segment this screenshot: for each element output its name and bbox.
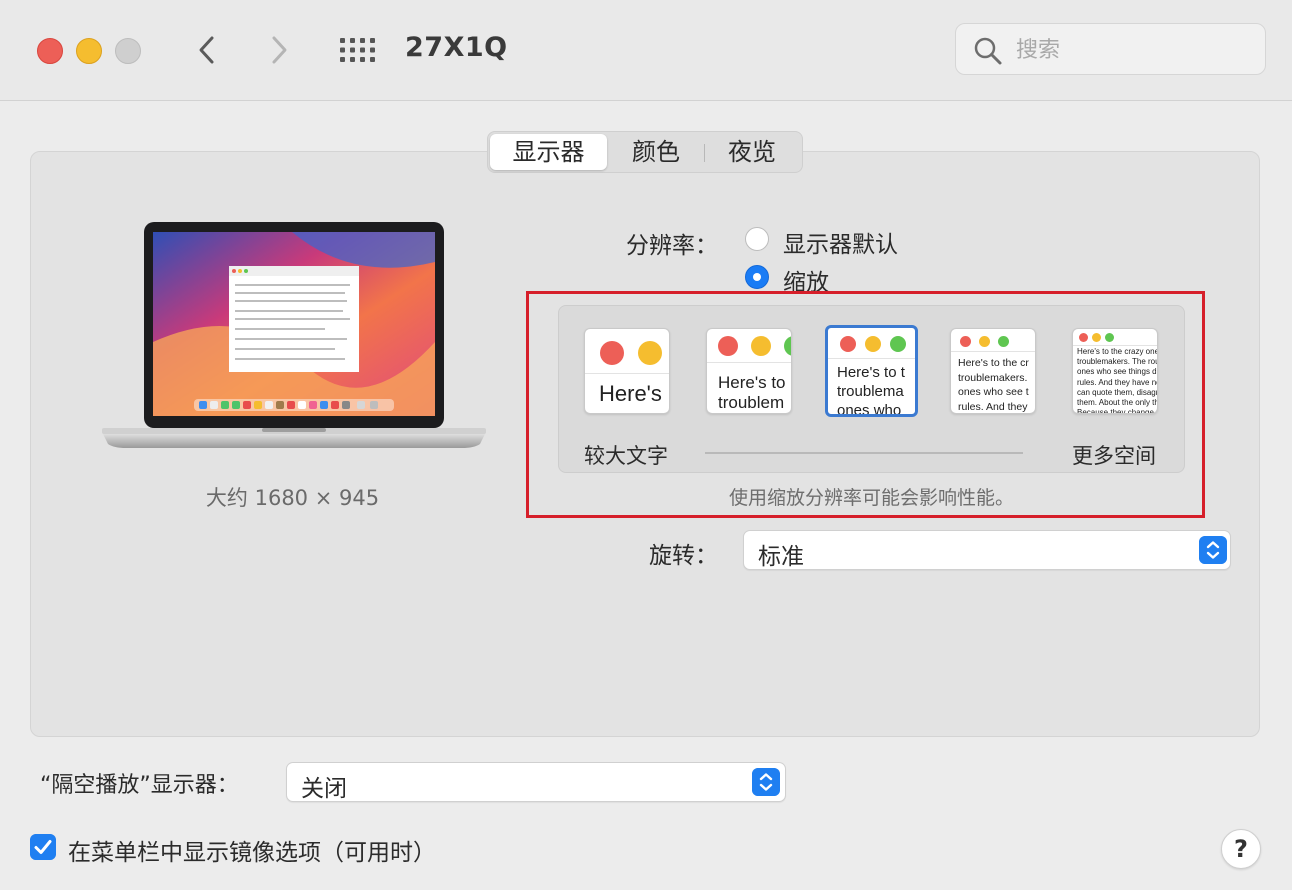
tab-display[interactable]: 显示器: [490, 134, 607, 170]
back-icon[interactable]: [192, 32, 222, 68]
annotation-highlight-box: [526, 291, 1205, 518]
help-button[interactable]: ?: [1221, 829, 1261, 869]
forward-icon[interactable]: [264, 32, 294, 68]
chevron-updown-icon: [1199, 536, 1227, 564]
radio-default-for-display[interactable]: [745, 227, 769, 251]
mirror-options-checkbox[interactable]: [30, 834, 56, 860]
segmented-tabs: 显示器 颜色 夜览: [487, 131, 803, 173]
tab-color[interactable]: 颜色: [609, 134, 703, 170]
window-toolbar: 27X1Q: [0, 0, 1292, 101]
search-input[interactable]: [1014, 34, 1248, 66]
radio-scaled[interactable]: [745, 265, 769, 289]
resolution-summary: 大约 1680 × 945: [205, 486, 380, 510]
radio-default-label: 显示器默认: [783, 232, 898, 258]
search-field[interactable]: [955, 23, 1266, 75]
airplay-display-select[interactable]: 关闭: [286, 762, 786, 802]
airplay-display-value: 关闭: [301, 776, 347, 802]
rotation-label: 旋转：: [649, 543, 718, 569]
minimize-window-button[interactable]: [76, 38, 102, 64]
zoom-window-button[interactable]: [115, 38, 141, 64]
search-icon: [974, 37, 1002, 65]
window-title: 27X1Q: [405, 32, 508, 63]
rotation-select[interactable]: 标准: [743, 530, 1231, 570]
chevron-updown-icon: [752, 768, 780, 796]
show-all-grid-icon[interactable]: [339, 37, 377, 63]
resolution-label: 分辨率：: [626, 233, 718, 259]
rotation-value: 标准: [758, 544, 804, 570]
mirror-options-label: 在菜单栏中显示镜像选项（可用时）: [68, 840, 436, 866]
airplay-display-label: “隔空播放”显示器：: [40, 773, 239, 798]
close-window-button[interactable]: [37, 38, 63, 64]
laptop-preview-image: [102, 222, 486, 448]
tab-night-shift[interactable]: 夜览: [705, 134, 799, 170]
